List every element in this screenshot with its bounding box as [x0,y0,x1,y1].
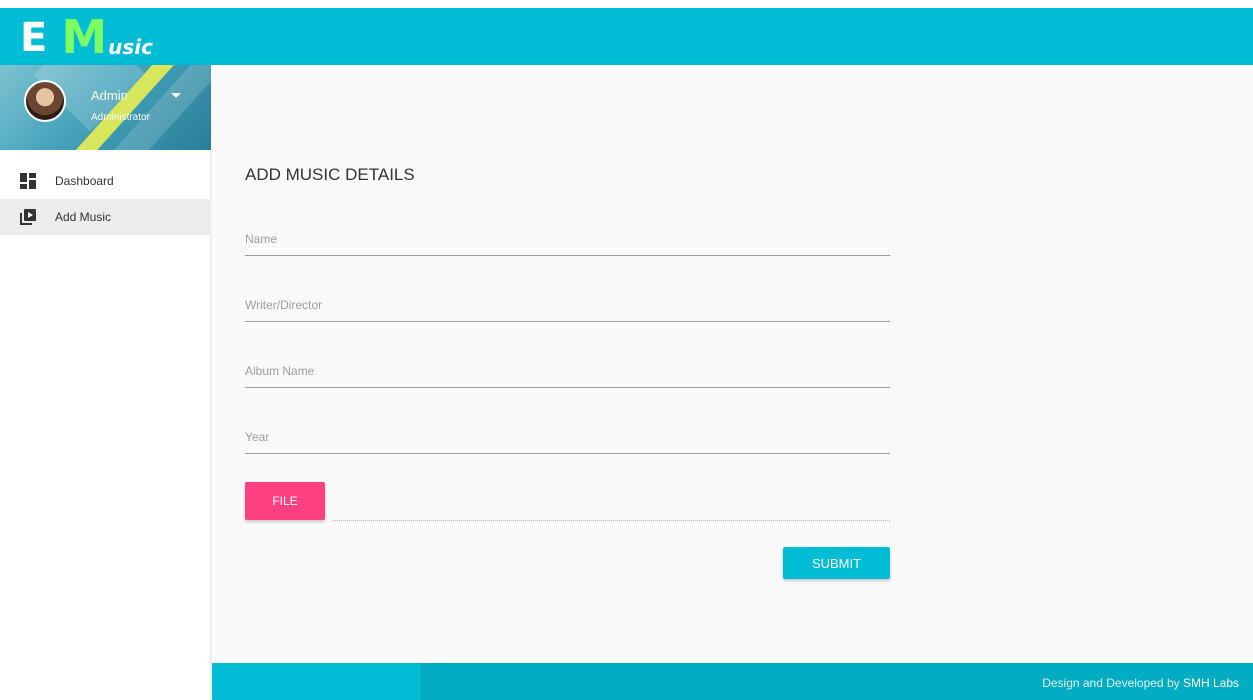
video-library-icon [20,209,36,225]
logo-letter-e: E [20,15,48,61]
avatar[interactable] [24,80,66,122]
name-input[interactable] [245,222,890,255]
user-profile-card: Admin Administrator [0,65,211,150]
file-upload-button[interactable]: FILE [245,482,325,520]
writer-director-input[interactable] [245,288,890,321]
user-role: Administrator [91,112,150,123]
submit-button[interactable]: SUBMIT [783,547,890,579]
footer-credit: Design and Developed by SMH Labs [1042,676,1239,690]
footer: Design and Developed by SMH Labs [212,663,1253,700]
year-input[interactable] [245,420,890,453]
page-title: ADD MUSIC DETAILS [245,165,415,184]
sidebar-nav: Dashboard Add Music [0,163,211,235]
file-path-field[interactable] [333,520,890,521]
sidebar-item-label: Dashboard [55,174,114,188]
dashboard-icon [20,173,36,189]
logo-letter-m: M [61,10,108,64]
top-bar: E M usic [0,8,1253,65]
album-name-input[interactable] [245,354,890,387]
user-name: Admin [91,88,128,103]
sidebar-item-label: Add Music [55,210,112,224]
sidebar: Admin Administrator Dashboard Add Music [0,65,211,700]
logo-letters-rest: usic [108,35,153,59]
main-content: ADD MUSIC DETAILS FILE SUBMIT [212,65,1253,663]
footer-accent [212,663,420,700]
sidebar-item-add-music[interactable]: Add Music [0,199,211,235]
writer-director-field [245,288,890,322]
year-field [245,420,890,454]
footer-credit-text: Design and Developed by [1042,676,1180,690]
album-name-field [245,354,890,388]
sidebar-item-dashboard[interactable]: Dashboard [0,163,211,199]
name-field [245,222,890,256]
chevron-down-icon[interactable] [171,93,181,98]
app-logo[interactable]: E M usic [20,12,153,62]
footer-credit-brand: SMH Labs [1182,676,1239,690]
